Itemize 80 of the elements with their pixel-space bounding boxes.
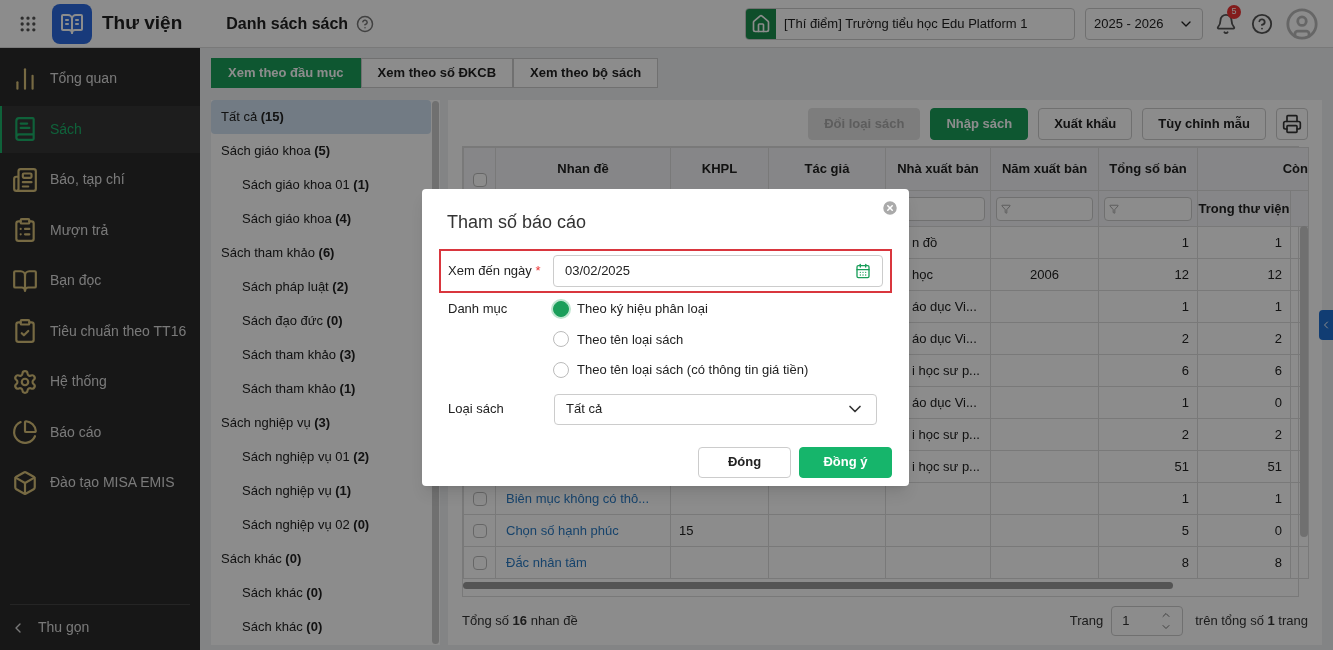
table-cell: 1 bbox=[1181, 298, 1189, 314]
toolbar-button[interactable]: Xuất khẩu bbox=[1038, 108, 1133, 140]
date-field[interactable]: 03/02/2025 bbox=[553, 255, 883, 287]
table-cell: 51 bbox=[1267, 458, 1282, 474]
column-header: Tổng số bản bbox=[1098, 147, 1198, 191]
radio-option[interactable]: Theo ký hiệu phân loại bbox=[553, 299, 809, 319]
table-cell: 12 bbox=[1267, 266, 1282, 282]
table-cell: 15 bbox=[679, 522, 694, 538]
sidebar-item[interactable]: Tổng quan bbox=[0, 55, 200, 102]
table-cell: áo dục Vi... bbox=[912, 394, 977, 410]
column-header: Trong thư viện bbox=[1197, 190, 1291, 227]
page-label: Trang bbox=[1069, 612, 1104, 631]
field-label: Xem đến ngày * bbox=[448, 262, 542, 281]
field-label: Danh mục bbox=[448, 300, 509, 318]
table-cell: 0 bbox=[1274, 522, 1282, 538]
radio-option[interactable]: Theo tên loại sách (có thông tin giá tiền) bbox=[553, 360, 809, 380]
tree-item[interactable]: Sách nghiệp vụ (1) bbox=[211, 474, 431, 508]
sidebar-item[interactable]: Tiêu chuẩn theo TT16 bbox=[0, 307, 200, 355]
tree-item[interactable]: Sách giáo khoa (5) bbox=[211, 134, 431, 168]
column-header: Tác giả bbox=[768, 147, 886, 191]
column-header: Nhà xuất bản bbox=[885, 147, 991, 191]
field-label: Loại sách bbox=[448, 400, 505, 419]
total-count: Tổng số 16 nhan đề bbox=[462, 612, 578, 631]
column-header: Nhan đề bbox=[495, 147, 671, 191]
table-cell: 1 bbox=[1274, 298, 1282, 314]
page-number-field[interactable]: 1 bbox=[1111, 606, 1184, 636]
table-cell: i học sư p... bbox=[912, 458, 980, 474]
sidebar-item[interactable]: Báo cáo bbox=[0, 408, 200, 456]
table-cell: 6 bbox=[1274, 362, 1282, 378]
table-cell: áo dục Vi... bbox=[912, 298, 977, 314]
tree-item[interactable]: Sách khác (0) bbox=[211, 610, 431, 644]
table-cell: i học sư p... bbox=[912, 426, 980, 442]
toolbar-button[interactable]: Tùy chỉnh mẫu bbox=[1142, 108, 1266, 140]
table-cell: i học sư p... bbox=[912, 362, 980, 378]
table-cell: 2 bbox=[1274, 330, 1282, 346]
table-cell: 2 bbox=[1181, 426, 1189, 442]
table-cell: áo dục Vi... bbox=[912, 330, 977, 346]
view-tab[interactable]: Xem theo bộ sách bbox=[513, 58, 659, 88]
column-header: Năm xuất bản bbox=[990, 147, 1099, 191]
book-type-select[interactable]: Tất cả bbox=[554, 393, 877, 425]
sidebar-item[interactable]: Mượn trả bbox=[0, 206, 200, 254]
table-cell: 8 bbox=[1274, 554, 1282, 570]
table-cell: 0 bbox=[1274, 394, 1282, 410]
sidebar-item[interactable]: Bạn đọc bbox=[0, 257, 200, 304]
column-group-header: Còn bbox=[1197, 147, 1309, 191]
table-cell: n đồ bbox=[912, 234, 938, 250]
table-cell: 1 bbox=[1274, 234, 1282, 250]
table-cell: 5 bbox=[1181, 522, 1189, 538]
notification-badge: 5 bbox=[1227, 4, 1241, 19]
tree-item[interactable]: Tất cả (15) bbox=[211, 100, 431, 134]
table-cell: 8 bbox=[1181, 554, 1189, 570]
column-header: KHPL bbox=[670, 147, 769, 191]
school-selector[interactable]: [Thí điểm] Trường tiểu học Edu Platform 1 bbox=[745, 7, 1075, 40]
dialog-title: Tham số báo cáo bbox=[447, 211, 588, 234]
table-cell: 2006 bbox=[1030, 266, 1059, 282]
tree-item[interactable]: Sách khác (0) bbox=[211, 542, 431, 576]
tree-item[interactable]: Sách giáo khoa 01 (1) bbox=[211, 168, 431, 202]
table-cell: 51 bbox=[1174, 458, 1189, 474]
year-select[interactable]: 2025 - 2026 bbox=[1085, 7, 1203, 40]
table-cell: 1 bbox=[1274, 490, 1282, 506]
tree-item[interactable]: Sách nghiệp vụ 02 (0) bbox=[211, 508, 431, 542]
table-cell: học bbox=[912, 266, 933, 282]
tree-item[interactable]: Sách khác (0) bbox=[211, 576, 431, 610]
view-tab[interactable]: Xem theo số ĐKCB bbox=[360, 58, 514, 88]
app-name: Thư viện bbox=[102, 11, 183, 36]
total-pages: trên tổng số 1 trang bbox=[1195, 612, 1308, 631]
radio-option[interactable]: Theo tên loại sách bbox=[553, 329, 809, 349]
dialog-button[interactable]: Đóng bbox=[698, 446, 791, 478]
table-cell: 2 bbox=[1181, 330, 1189, 346]
sidebar-item[interactable]: Đào tạo MISA EMIS bbox=[0, 459, 200, 506]
table-cell: 12 bbox=[1174, 266, 1189, 282]
table-cell: 1 bbox=[1181, 490, 1189, 506]
collapse-button[interactable]: Thu gọn bbox=[10, 604, 190, 650]
table-cell: 1 bbox=[1181, 234, 1189, 250]
table-cell: 6 bbox=[1181, 362, 1189, 378]
page-title: Danh sách sách bbox=[226, 13, 349, 34]
table-cell: 2 bbox=[1274, 426, 1282, 442]
table-cell: 1 bbox=[1181, 394, 1189, 410]
sidebar-item[interactable]: Hệ thống bbox=[0, 358, 200, 405]
sidebar-item[interactable]: Báo, tạp chí bbox=[0, 156, 200, 203]
